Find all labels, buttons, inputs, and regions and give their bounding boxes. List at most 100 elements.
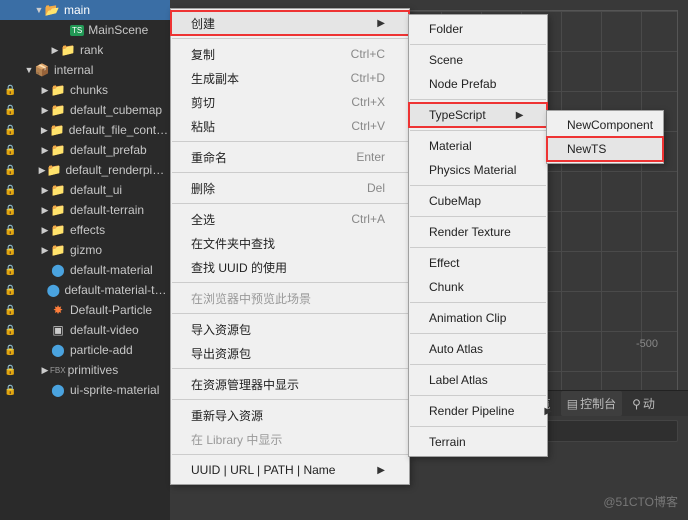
- menu-item[interactable]: 全选Ctrl+A: [171, 207, 409, 231]
- tree-item-label: default-material-tran…: [64, 283, 170, 297]
- caret-icon[interactable]: ▶: [40, 365, 50, 376]
- tree-item[interactable]: 🔒⬤particle-add: [0, 340, 170, 360]
- caret-icon[interactable]: ▶: [40, 225, 50, 236]
- tree-item[interactable]: 🔒▶📁default_ui: [0, 180, 170, 200]
- tree-item[interactable]: ▶📁rank: [0, 40, 170, 60]
- tree-item[interactable]: 🔒▣default-video: [0, 320, 170, 340]
- menu-item[interactable]: Render Texture: [409, 220, 547, 244]
- menu-item[interactable]: 在文件夹中查找: [171, 231, 409, 255]
- menu-item[interactable]: Label Atlas: [409, 368, 547, 392]
- tree-item-label: chunks: [70, 83, 108, 97]
- asset-blue-icon: ⬤: [50, 383, 66, 397]
- menu-item[interactable]: 导入资源包: [171, 317, 409, 341]
- menu-item[interactable]: 导出资源包: [171, 341, 409, 365]
- asset-tree: ▼📂mainTSMainScene▶📁rank▼📦internal🔒▶📁chun…: [0, 0, 170, 520]
- menu-item[interactable]: 重命名Enter: [171, 145, 409, 169]
- menu-item[interactable]: Node Prefab: [409, 72, 547, 96]
- menu-item[interactable]: CubeMap: [409, 189, 547, 213]
- menu-item[interactable]: Material: [409, 134, 547, 158]
- chevron-right-icon: ▶: [516, 110, 524, 121]
- menu-item[interactable]: TypeScript ▶: [409, 103, 547, 127]
- tree-item[interactable]: 🔒⬤default-material: [0, 260, 170, 280]
- caret-icon[interactable]: ▶: [40, 245, 50, 256]
- tree-item-label: Default-Particle: [70, 303, 152, 317]
- tree-item[interactable]: 🔒▶📁default_cubemap: [0, 100, 170, 120]
- caret-icon[interactable]: ▼: [24, 65, 34, 75]
- tab-icon: ⚲: [632, 397, 641, 411]
- tree-item[interactable]: ▼📦internal: [0, 60, 170, 80]
- caret-icon[interactable]: ▶: [40, 185, 50, 196]
- lock-icon: 🔒: [4, 225, 16, 236]
- menu-item-label: TypeScript: [429, 108, 486, 122]
- menu-item[interactable]: Effect: [409, 251, 547, 275]
- menu-item[interactable]: 粘贴Ctrl+V: [171, 114, 409, 138]
- menu-item-label: 创建: [191, 15, 215, 32]
- tree-item-label: MainScene: [88, 23, 148, 37]
- menu-item[interactable]: NewTS: [547, 137, 663, 161]
- menu-item[interactable]: 创建 ▶: [171, 11, 409, 35]
- fld-icon: 📁: [50, 223, 66, 237]
- caret-icon[interactable]: ▶: [40, 205, 50, 216]
- tree-item[interactable]: 🔒▶📁default-terrain: [0, 200, 170, 220]
- menu-item[interactable]: NewComponent: [547, 113, 663, 137]
- menu-shortcut: Enter: [356, 150, 385, 164]
- menu-item-label: Auto Atlas: [429, 342, 483, 356]
- caret-icon[interactable]: ▶: [40, 145, 50, 156]
- menu-item[interactable]: UUID | URL | PATH | Name▶: [171, 458, 409, 482]
- menu-separator: [410, 247, 546, 248]
- caret-icon[interactable]: ▶: [39, 125, 49, 136]
- menu-item[interactable]: Folder: [409, 17, 547, 41]
- menu-item[interactable]: Auto Atlas: [409, 337, 547, 361]
- menu-item[interactable]: 查找 UUID 的使用: [171, 255, 409, 279]
- menu-item[interactable]: Scene: [409, 48, 547, 72]
- menu-separator: [410, 130, 546, 131]
- tree-item[interactable]: 🔒▶📁gizmo: [0, 240, 170, 260]
- tree-item[interactable]: 🔒▶📁chunks: [0, 80, 170, 100]
- tree-item-label: default-material: [70, 263, 153, 277]
- lock-icon: 🔒: [4, 285, 16, 296]
- menu-item[interactable]: Render Pipeline▶: [409, 399, 547, 423]
- menu-item[interactable]: 生成副本Ctrl+D: [171, 66, 409, 90]
- tree-item[interactable]: 🔒⬤ui-sprite-material: [0, 380, 170, 400]
- menu-item[interactable]: 重新导入资源: [171, 403, 409, 427]
- caret-icon[interactable]: ▶: [40, 105, 50, 116]
- panel-tab[interactable]: ▤控制台: [561, 391, 622, 416]
- lock-icon: 🔒: [4, 165, 16, 176]
- tab-label: 控制台: [580, 395, 616, 412]
- lock-icon: 🔒: [4, 345, 16, 356]
- tree-item[interactable]: TS MainScene: [0, 20, 170, 40]
- menu-item-label: 导出资源包: [191, 345, 251, 362]
- tree-item[interactable]: 🔒✸Default-Particle: [0, 300, 170, 320]
- fld-icon: 📁: [50, 83, 66, 97]
- tree-item[interactable]: ▼📂main: [0, 0, 170, 20]
- menu-item[interactable]: Terrain: [409, 430, 547, 454]
- menu-item[interactable]: 在资源管理器中显示: [171, 372, 409, 396]
- menu-item-label: Render Texture: [429, 225, 511, 239]
- fld-open-icon: 📂: [44, 3, 60, 17]
- menu-item[interactable]: Chunk: [409, 275, 547, 299]
- caret-icon[interactable]: ▶: [40, 85, 50, 96]
- tree-item[interactable]: 🔒⬤default-material-tran…: [0, 280, 170, 300]
- lock-icon: 🔒: [4, 145, 16, 156]
- panel-tab[interactable]: ⚲动: [626, 391, 661, 416]
- tree-item-label: default_prefab: [70, 143, 147, 157]
- caret-icon[interactable]: ▶: [50, 45, 60, 56]
- menu-item[interactable]: 复制Ctrl+C: [171, 42, 409, 66]
- tree-item[interactable]: 🔒▶📁default_file_content: [0, 120, 170, 140]
- tree-item[interactable]: 🔒▶📁effects: [0, 220, 170, 240]
- menu-shortcut: Ctrl+A: [351, 212, 385, 226]
- menu-item-label: UUID | URL | PATH | Name: [191, 463, 335, 477]
- menu-item[interactable]: Physics Material: [409, 158, 547, 182]
- menu-separator: [172, 368, 408, 369]
- tree-item[interactable]: 🔒▶📁default_renderpipeli…: [0, 160, 170, 180]
- menu-item[interactable]: 删除Del: [171, 176, 409, 200]
- menu-item-label: 重新导入资源: [191, 407, 263, 424]
- caret-icon[interactable]: ▼: [34, 5, 44, 15]
- tree-item[interactable]: 🔒▶📁default_prefab: [0, 140, 170, 160]
- menu-item[interactable]: Animation Clip: [409, 306, 547, 330]
- menu-item[interactable]: 剪切Ctrl+X: [171, 90, 409, 114]
- chevron-right-icon: ▶: [377, 18, 385, 29]
- typescript-icon: TS: [70, 25, 84, 36]
- tree-item[interactable]: 🔒▶FBXprimitives: [0, 360, 170, 380]
- caret-icon[interactable]: ▶: [38, 165, 47, 176]
